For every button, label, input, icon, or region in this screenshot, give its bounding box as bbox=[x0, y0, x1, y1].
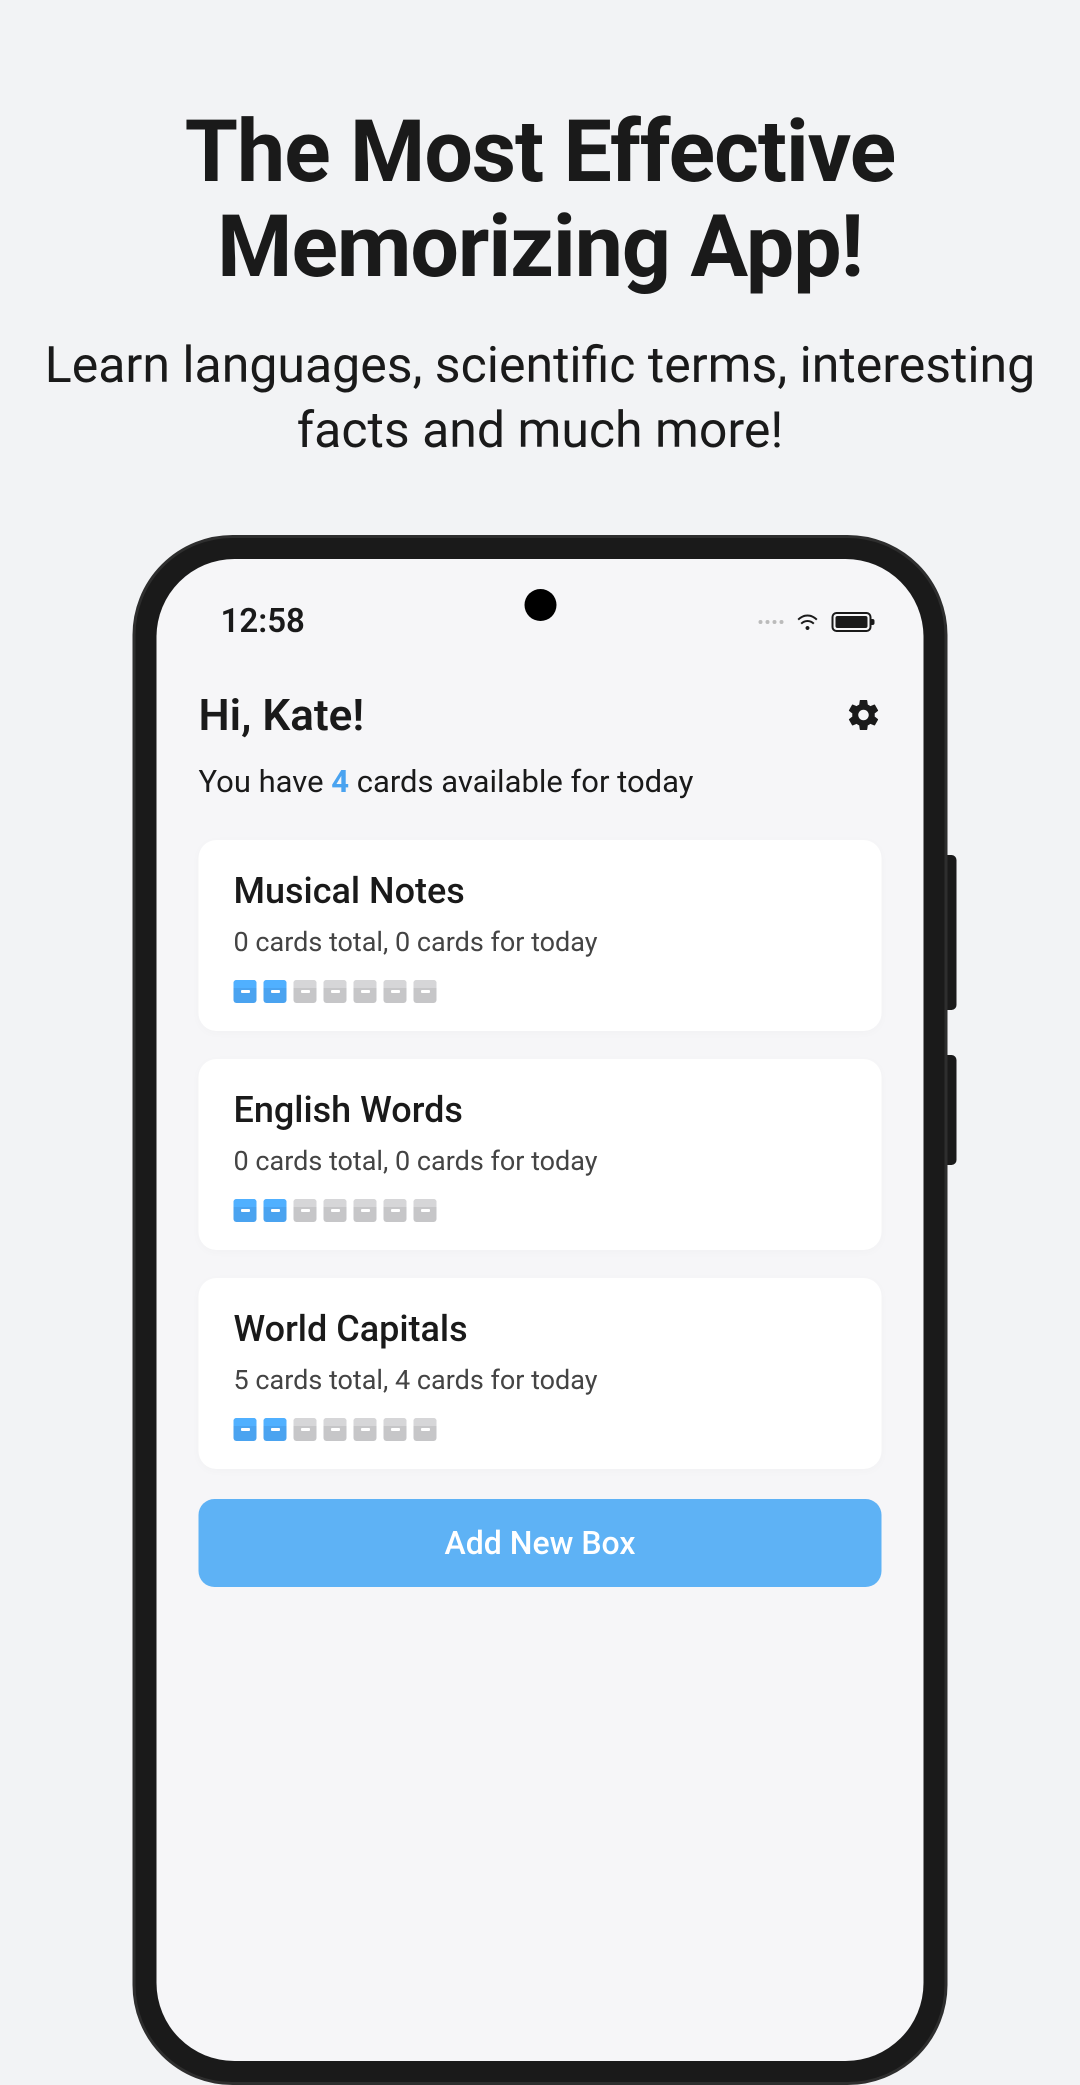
add-new-box-button[interactable]: Add New Box bbox=[199, 1499, 882, 1587]
box-level-icon bbox=[354, 1418, 377, 1441]
box-progress-row bbox=[234, 1199, 847, 1222]
box-level-icon bbox=[384, 1418, 407, 1441]
hero-subtitle: Learn languages, scientific terms, inter… bbox=[0, 334, 1080, 464]
greeting-text: Hi, Kate! bbox=[199, 689, 365, 741]
box-level-icon bbox=[414, 1199, 437, 1222]
box-level-icon bbox=[324, 1418, 347, 1441]
gear-icon[interactable] bbox=[846, 697, 882, 733]
box-level-icon bbox=[294, 1199, 317, 1222]
deck-info: 0 cards total, 0 cards for today bbox=[234, 1145, 847, 1177]
box-level-icon bbox=[384, 980, 407, 1003]
box-progress-row bbox=[234, 1418, 847, 1441]
phone-screen: 12:58 Hi, Kate! You have 4 cards availab… bbox=[157, 559, 924, 2061]
box-level-icon bbox=[384, 1199, 407, 1222]
box-level-icon bbox=[414, 1418, 437, 1441]
deck-card[interactable]: World Capitals 5 cards total, 4 cards for… bbox=[199, 1278, 882, 1469]
deck-list: Musical Notes 0 cards total, 0 cards for … bbox=[199, 840, 882, 1469]
deck-title: World Capitals bbox=[234, 1308, 847, 1350]
status-time: 12:58 bbox=[221, 602, 305, 641]
wifi-icon bbox=[796, 610, 820, 634]
box-level-icon bbox=[264, 1418, 287, 1441]
deck-card[interactable]: Musical Notes 0 cards total, 0 cards for … bbox=[199, 840, 882, 1031]
box-level-icon bbox=[414, 980, 437, 1003]
deck-card[interactable]: English Words 0 cards total, 0 cards for … bbox=[199, 1059, 882, 1250]
box-level-icon bbox=[294, 1418, 317, 1441]
box-level-icon bbox=[354, 980, 377, 1003]
box-level-icon bbox=[324, 980, 347, 1003]
box-level-icon bbox=[264, 980, 287, 1003]
box-level-icon bbox=[264, 1199, 287, 1222]
deck-info: 5 cards total, 4 cards for today bbox=[234, 1364, 847, 1396]
hero-title: The Most Effective Memorizing App! bbox=[0, 105, 1080, 294]
signal-dots-icon bbox=[759, 620, 784, 624]
box-level-icon bbox=[234, 1199, 257, 1222]
box-level-icon bbox=[234, 1418, 257, 1441]
box-progress-row bbox=[234, 980, 847, 1003]
box-level-icon bbox=[324, 1199, 347, 1222]
deck-info: 0 cards total, 0 cards for today bbox=[234, 926, 847, 958]
deck-title: Musical Notes bbox=[234, 870, 847, 912]
cards-available-text: You have 4 cards available for today bbox=[199, 763, 882, 800]
box-level-icon bbox=[234, 980, 257, 1003]
hero-section: The Most Effective Memorizing App! Learn… bbox=[0, 0, 1080, 464]
battery-icon bbox=[832, 612, 872, 632]
phone-mockup: 12:58 Hi, Kate! You have 4 cards availab… bbox=[133, 535, 948, 2085]
app-header: Hi, Kate! bbox=[199, 689, 882, 741]
camera-notch bbox=[524, 589, 556, 621]
box-level-icon bbox=[294, 980, 317, 1003]
box-level-icon bbox=[354, 1199, 377, 1222]
deck-title: English Words bbox=[234, 1089, 847, 1131]
